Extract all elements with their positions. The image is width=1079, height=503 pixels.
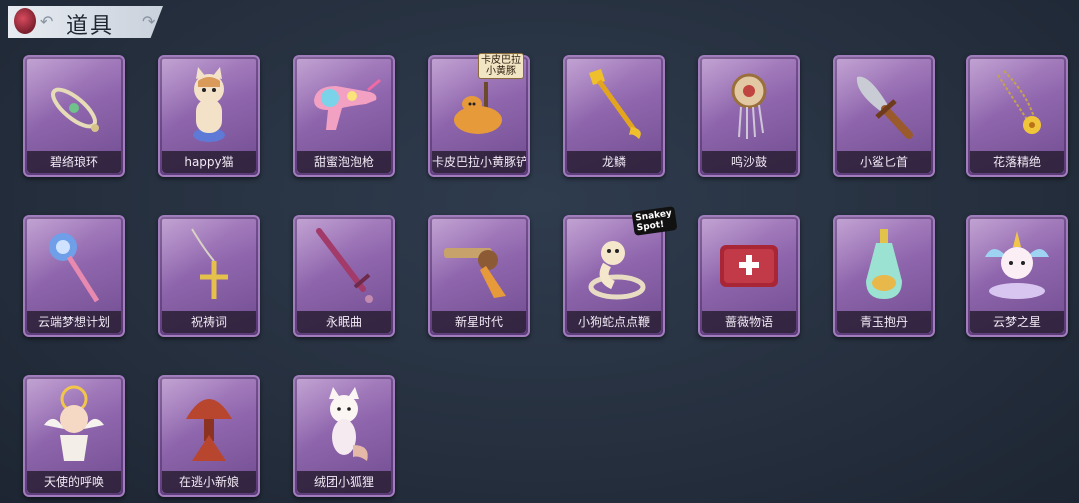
- flower-necklace-icon: [978, 65, 1056, 145]
- item-label: 天使的呼唤: [27, 471, 121, 493]
- item-label: 祝祷词: [162, 311, 256, 333]
- back-icon[interactable]: ↶: [40, 12, 53, 31]
- item-card[interactable]: 花落精绝: [966, 55, 1068, 177]
- unicorn-icon: [978, 225, 1056, 305]
- sand-drum-icon: [710, 65, 788, 145]
- item-card[interactable]: 蔷薇物语: [698, 215, 800, 337]
- item-card[interactable]: 云端梦想计划: [23, 215, 125, 337]
- page-header: ↶ 道具 ↷: [8, 6, 163, 38]
- item-card[interactable]: 卡皮巴拉 小黄豚 卡皮巴拉小黄豚铲: [428, 53, 530, 177]
- cat-icon: [170, 65, 248, 145]
- dragon-shovel-icon: [575, 65, 653, 145]
- item-card[interactable]: 永眠曲: [293, 215, 395, 337]
- item-label: 永眠曲: [297, 311, 391, 333]
- fox-plush-icon: [305, 385, 383, 465]
- item-card[interactable]: 鸣沙鼓: [698, 55, 800, 177]
- item-card[interactable]: 龙鳞: [563, 55, 665, 177]
- item-label: 龙鳞: [567, 151, 661, 173]
- item-label: 卡皮巴拉小黄豚铲: [432, 151, 526, 173]
- item-card[interactable]: 绒团小狐狸: [293, 375, 395, 497]
- item-card[interactable]: 青玉抱丹: [833, 215, 935, 337]
- item-card[interactable]: 新星时代: [428, 215, 530, 337]
- item-card[interactable]: 天使的呼唤: [23, 375, 125, 497]
- item-card[interactable]: happy猫: [158, 55, 260, 177]
- item-label: 小鲨匕首: [837, 151, 931, 173]
- item-label: happy猫: [162, 151, 256, 173]
- revolver-icon: [440, 225, 518, 305]
- item-label: 甜蜜泡泡枪: [297, 151, 391, 173]
- snake-whip-icon: [575, 225, 653, 305]
- page-title: 道具: [66, 14, 115, 39]
- item-label: 花落精绝: [970, 151, 1064, 173]
- item-label: 云端梦想计划: [27, 311, 121, 333]
- item-label: 在逃小新娘: [162, 471, 256, 493]
- cloud-scepter-icon: [35, 225, 113, 305]
- item-label: 新星时代: [432, 311, 526, 333]
- shark-dagger-icon: [845, 65, 923, 145]
- header-orb-icon: [14, 8, 36, 34]
- bubble-gun-icon: [305, 65, 383, 145]
- item-label: 云梦之星: [970, 311, 1064, 333]
- item-card[interactable]: Snakey Spot! 小狗蛇点点鞭: [563, 206, 678, 337]
- item-card[interactable]: 祝祷词: [158, 215, 260, 337]
- item-card[interactable]: 碧络琅环: [23, 55, 125, 177]
- item-card[interactable]: 甜蜜泡泡枪: [293, 55, 395, 177]
- jade-ring-icon: [35, 65, 113, 145]
- item-card[interactable]: 在逃小新娘: [158, 375, 260, 497]
- bride-doll-icon: [170, 385, 248, 465]
- medkit-icon: [710, 225, 788, 305]
- item-label: 小狗蛇点点鞭: [567, 311, 661, 333]
- potion-bottle-icon: [845, 225, 923, 305]
- item-card[interactable]: 云梦之星: [966, 215, 1068, 337]
- item-label: 蔷薇物语: [702, 311, 796, 333]
- capybara-shovel-icon: [440, 65, 518, 145]
- angel-doll-icon: [35, 385, 113, 465]
- item-label: 青玉抱丹: [837, 311, 931, 333]
- forward-icon[interactable]: ↷: [142, 12, 155, 31]
- item-label: 碧络琅环: [27, 151, 121, 173]
- item-card[interactable]: 小鲨匕首: [833, 55, 935, 177]
- item-label: 绒团小狐狸: [297, 471, 391, 493]
- item-label: 鸣沙鼓: [702, 151, 796, 173]
- cross-pendant-icon: [170, 225, 248, 305]
- sword-icon: [305, 225, 383, 305]
